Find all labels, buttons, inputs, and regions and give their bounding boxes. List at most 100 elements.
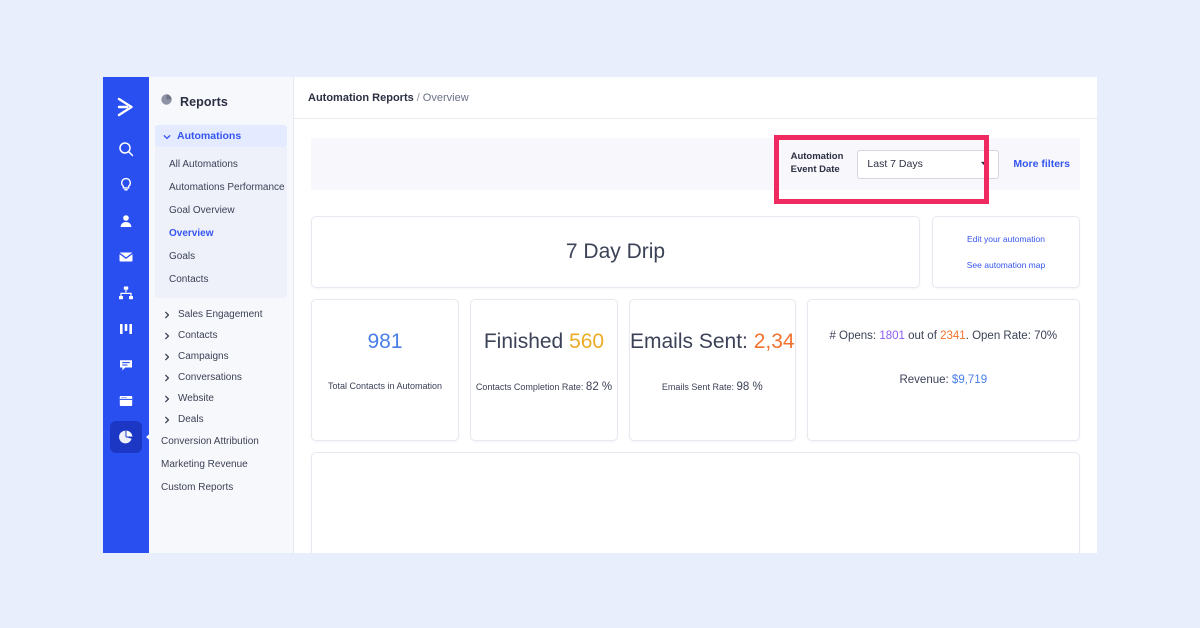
window-icon[interactable]: [110, 385, 142, 417]
automation-title-row: 7 Day Drip Edit your automation See auto…: [311, 216, 1080, 288]
sidebar-item-custom-reports[interactable]: Custom Reports: [149, 476, 293, 499]
revenue-value: $9,719: [952, 374, 987, 386]
primary-icon-rail: [103, 77, 149, 553]
content-area: Automation Event Date Last 7 Days More f…: [294, 119, 1097, 553]
page-title: Reports: [180, 95, 228, 109]
filter-label-line2: Event Date: [791, 164, 844, 177]
sidebar-group-automations[interactable]: Automations: [155, 125, 287, 147]
columns-icon[interactable]: [110, 313, 142, 345]
date-range-select[interactable]: Last 7 Days: [857, 150, 999, 179]
sidebar-group-label: Conversations: [178, 372, 242, 383]
breadcrumb: Automation Reports / Overview: [294, 77, 1097, 119]
stat-caption-text: Emails Sent Rate:: [662, 382, 737, 392]
sidebar-item-overview[interactable]: Overview: [155, 222, 287, 245]
automation-name: 7 Day Drip: [566, 240, 665, 264]
open-rate-label: . Open Rate:: [966, 330, 1034, 342]
filter-bar: Automation Event Date Last 7 Days More f…: [311, 138, 1080, 190]
stat-number: 560: [569, 330, 604, 353]
stat-prefix: Emails Sent:: [630, 330, 754, 353]
sidebar-item-contacts[interactable]: Contacts: [155, 268, 287, 291]
stat-prefix: Finished: [484, 330, 569, 353]
chevron-right-icon: [163, 395, 171, 403]
person-icon[interactable]: [110, 205, 142, 237]
main-content: Automation Reports / Overview Automation…: [294, 77, 1097, 553]
search-icon[interactable]: [110, 133, 142, 165]
date-range-value: Last 7 Days: [867, 158, 922, 170]
stat-caption-suffix: %: [749, 381, 762, 393]
sidebar-item-marketing-revenue[interactable]: Marketing Revenue: [149, 453, 293, 476]
stat-caption: Contacts Completion Rate: 82 %: [476, 381, 612, 393]
sidebar-group-label: Website: [178, 393, 214, 404]
sidebar-group-label: Deals: [178, 414, 204, 425]
opens-total: 2341: [940, 330, 966, 342]
stat-card-emails-sent: Emails Sent: 2,34 Emails Sent Rate: 98 %: [629, 299, 796, 441]
opens-label: # Opens:: [829, 330, 879, 342]
sidebar-group-campaigns[interactable]: Campaigns: [149, 346, 293, 367]
filter-label-line1: Automation: [791, 151, 844, 164]
sidebar-item-goal-overview[interactable]: Goal Overview: [155, 199, 287, 222]
bottom-chart-card: [311, 452, 1080, 553]
lightbulb-icon[interactable]: [110, 169, 142, 201]
automation-actions-card: Edit your automation See automation map: [932, 216, 1080, 288]
sidebar-group-deals[interactable]: Deals: [149, 409, 293, 430]
stats-row: 981 Total Contacts in Automation Finishe…: [311, 299, 1080, 441]
sidebar-group-conversations[interactable]: Conversations: [149, 367, 293, 388]
chevron-right-icon: [163, 332, 171, 340]
opens-count: 1801: [879, 330, 905, 342]
sidebar-group-sales-engagement[interactable]: Sales Engagement: [149, 304, 293, 325]
automation-title-card: 7 Day Drip: [311, 216, 920, 288]
stat-card-finished: Finished 560 Contacts Completion Rate: 8…: [470, 299, 618, 441]
automation-event-date-label: Automation Event Date: [791, 151, 844, 177]
sidebar-header: Reports: [149, 77, 293, 125]
sidebar-group-contacts[interactable]: Contacts: [149, 325, 293, 346]
sidebar-item-goals[interactable]: Goals: [155, 245, 287, 268]
stat-caption: Total Contacts in Automation: [328, 381, 442, 391]
stat-number: 981: [367, 330, 402, 353]
sidebar-item-conversion-attribution[interactable]: Conversion Attribution: [149, 430, 293, 453]
sidebar-group-label: Sales Engagement: [178, 309, 263, 320]
sidebar-subnav: All Automations Automations Performance …: [155, 147, 287, 298]
sidebar-item-automations-performance[interactable]: Automations Performance: [155, 176, 287, 199]
stat-caption: Emails Sent Rate: 98 %: [662, 381, 763, 393]
stat-card-total-contacts: 981 Total Contacts in Automation: [311, 299, 459, 441]
chevron-right-icon: [163, 353, 171, 361]
envelope-icon[interactable]: [110, 241, 142, 273]
chat-icon[interactable]: [110, 349, 142, 381]
stat-caption-suffix: %: [599, 381, 612, 393]
stat-caption-value: 98: [736, 381, 749, 393]
sidebar-group-website[interactable]: Website: [149, 388, 293, 409]
sitemap-icon[interactable]: [110, 277, 142, 309]
stat-value: Finished 560: [484, 331, 604, 352]
stat-value: 981: [367, 331, 402, 352]
chevron-down-icon: [980, 158, 989, 170]
pie-chart-icon[interactable]: [110, 421, 142, 453]
edit-automation-link[interactable]: Edit your automation: [967, 234, 1045, 244]
stat-card-opens-revenue: # Opens: 1801 out of 2341. Open Rate: 70…: [807, 299, 1080, 441]
sidebar-group-label: Contacts: [178, 330, 217, 341]
breadcrumb-parent[interactable]: Automation Reports: [308, 92, 414, 104]
chevron-right-icon: [163, 311, 171, 319]
chevron-right-icon: [163, 416, 171, 424]
more-filters-link[interactable]: More filters: [1013, 158, 1070, 170]
revenue-line: Revenue: $9,719: [899, 374, 987, 386]
breadcrumb-current: Overview: [423, 92, 469, 104]
stat-value: Emails Sent: 2,34: [630, 331, 795, 352]
chevron-down-icon: [163, 132, 171, 140]
breadcrumb-separator: /: [417, 92, 420, 104]
send-chevron-logo-icon[interactable]: [103, 85, 149, 129]
open-rate-value: 70%: [1034, 330, 1057, 342]
pie-chart-icon: [160, 93, 173, 111]
revenue-label: Revenue:: [899, 374, 951, 386]
sidebar-group-label: Campaigns: [178, 351, 229, 362]
sidebar-item-all-automations[interactable]: All Automations: [155, 153, 287, 176]
app-window: Reports Automations All Automations Auto…: [103, 77, 1097, 553]
chevron-right-icon: [163, 374, 171, 382]
opens-line: # Opens: 1801 out of 2341. Open Rate: 70…: [829, 331, 1057, 343]
stat-caption-text: Contacts Completion Rate:: [476, 382, 586, 392]
see-automation-map-link[interactable]: See automation map: [967, 260, 1045, 270]
opens-outof: out of: [905, 330, 940, 342]
sidebar-group-label: Automations: [177, 130, 241, 142]
stat-caption-value: 82: [586, 381, 599, 393]
stat-caption-text: Total Contacts in Automation: [328, 381, 442, 391]
stat-number: 2,34: [754, 330, 795, 353]
